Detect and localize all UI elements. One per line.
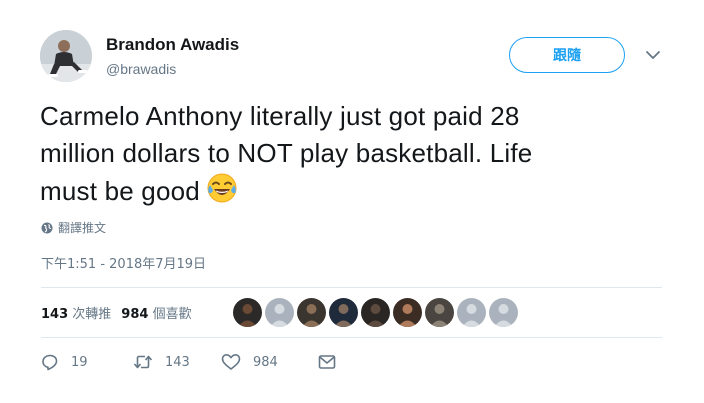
retweets-stat-label: 次轉推 [72,307,112,322]
retweet-icon [133,355,153,369]
tweet-stats: 143 次轉推 984 個喜歡 [41,303,202,322]
likes-stat[interactable]: 984 個喜歡 [121,303,191,322]
heart-icon [221,354,241,370]
translate-tweet-link[interactable]: 翻譯推文 [41,219,106,236]
user-avatar[interactable] [40,30,92,82]
retweet-button[interactable]: 143 [133,353,221,371]
liker-avatar[interactable] [361,298,390,327]
follow-button[interactable]: 跟隨 [509,37,625,73]
liker-avatar[interactable] [393,298,422,327]
tweet-card: Brandon Awadis @brawadis 跟隨 Carmelo Anth… [0,0,704,403]
liker-avatar[interactable] [425,298,454,327]
reply-button[interactable]: 19 [41,353,133,371]
liker-avatars [233,298,518,327]
retweets-stat[interactable]: 143 次轉推 [41,303,111,322]
likes-stat-label: 個喜歡 [152,307,192,322]
liker-avatar[interactable] [265,298,294,327]
liker-avatar[interactable] [329,298,358,327]
retweet-count: 143 [165,354,190,370]
tweet-timestamp[interactable]: 下午1:51 - 2018年7月19日 [41,253,206,272]
translate-tweet-label: 翻譯推文 [58,221,107,235]
liker-avatar[interactable] [457,298,486,327]
direct-message-button[interactable] [318,354,336,370]
tweet-text: Carmelo Anthony literally just got paid … [40,98,660,214]
face-with-tears-of-joy-icon [206,172,238,214]
user-handle[interactable]: @brawadis [106,61,176,77]
divider [41,287,662,288]
like-button[interactable]: 984 [221,353,318,371]
user-avatar-image [40,30,92,82]
reply-icon [42,354,58,371]
envelope-icon [318,355,336,369]
liker-avatar[interactable] [233,298,262,327]
tweet-text-line: Carmelo Anthony literally just got paid … [40,101,520,131]
globe-icon [41,222,53,233]
tweet-text-line: million dollars to NOT play basketball. … [40,138,533,168]
reply-count: 19 [71,354,88,370]
liker-avatar[interactable] [297,298,326,327]
retweets-stat-count: 143 [41,307,69,322]
liker-avatar[interactable] [489,298,518,327]
tweet-text-line-content: must be good [40,176,200,206]
chevron-down-icon[interactable] [644,48,662,62]
user-display-name[interactable]: Brandon Awadis [106,35,239,55]
like-count: 984 [253,354,278,370]
tweet-text-line-last: must be good [40,172,660,214]
tweet-actions: 19 143 984 [41,353,336,371]
divider [41,337,662,338]
likes-stat-count: 984 [121,307,149,322]
